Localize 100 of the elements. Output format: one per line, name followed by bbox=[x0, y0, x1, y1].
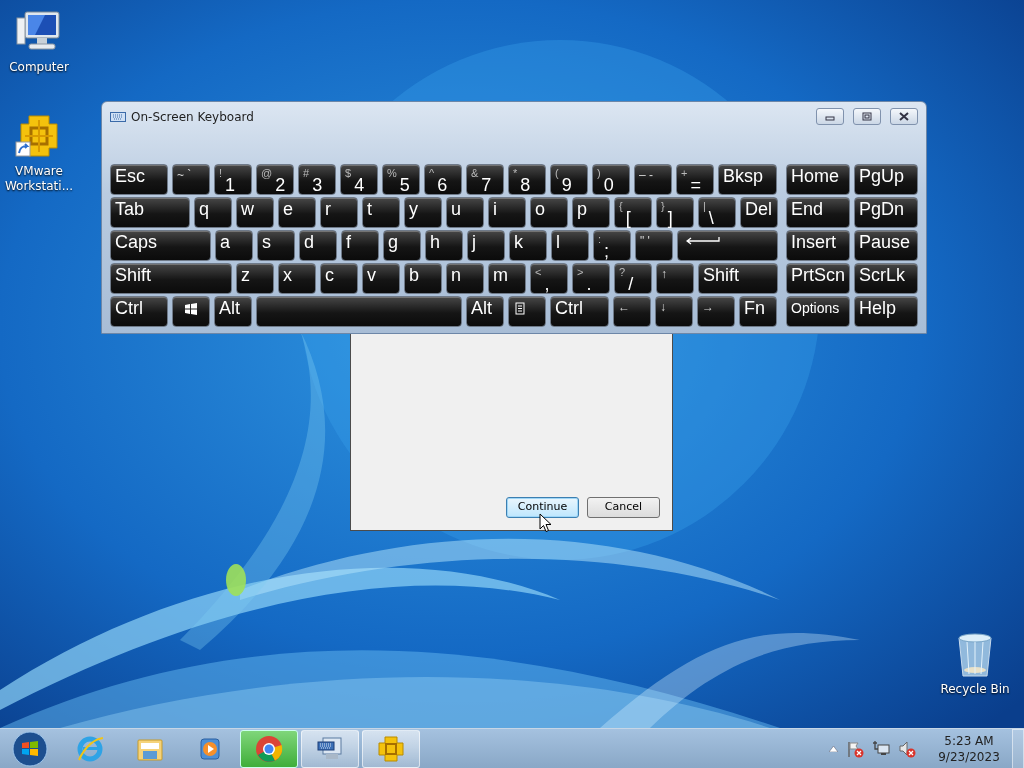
menu-icon bbox=[515, 302, 525, 315]
restore-icon bbox=[860, 111, 874, 122]
keyboard-key[interactable]: Ctrl bbox=[110, 296, 168, 327]
keyboard-key[interactable]: j bbox=[467, 230, 505, 261]
keyboard-key[interactable]: ^ 6 bbox=[424, 164, 462, 195]
keyboard-key[interactable]: # 3 bbox=[298, 164, 336, 195]
keyboard-key[interactable]: { [ bbox=[614, 197, 652, 228]
clock-date[interactable]: 9/23/2023 bbox=[934, 748, 1004, 765]
keyboard-key[interactable]: m bbox=[488, 263, 526, 294]
browser-logo-icon bbox=[254, 733, 284, 764]
keyboard-key[interactable]: PgUp bbox=[854, 164, 918, 195]
keyboard-key[interactable]: } ] bbox=[656, 197, 694, 228]
keyboard-key[interactable]: u bbox=[446, 197, 484, 228]
keyboard-key[interactable] bbox=[508, 296, 546, 327]
keyboard-key[interactable]: ? / bbox=[614, 263, 652, 294]
start-button[interactable] bbox=[11, 729, 49, 768]
minimize-button[interactable] bbox=[816, 108, 844, 125]
restore-button[interactable] bbox=[853, 108, 881, 125]
keyboard-icon bbox=[110, 111, 126, 122]
keyboard-key[interactable]: Options bbox=[786, 296, 850, 327]
keyboard-key[interactable]: k bbox=[509, 230, 547, 261]
keyboard-key[interactable]: q bbox=[194, 197, 232, 228]
keyboard-key[interactable]: b bbox=[404, 263, 442, 294]
network-icon[interactable] bbox=[872, 739, 890, 758]
keyboard-key[interactable]: $ 4 bbox=[340, 164, 378, 195]
keyboard-key[interactable]: < , bbox=[530, 263, 568, 294]
keyboard-key[interactable]: a bbox=[215, 230, 253, 261]
enter-icon bbox=[686, 237, 720, 245]
keyboard-key[interactable]: Help bbox=[854, 296, 918, 327]
keyboard-key[interactable]: → bbox=[697, 296, 735, 327]
windows-logo-icon bbox=[184, 303, 198, 315]
keyboard-key[interactable]: Esc bbox=[110, 164, 168, 195]
arrows-logo-icon bbox=[376, 733, 406, 764]
keyboard-key[interactable]: Shift bbox=[698, 263, 778, 294]
keyboard-key[interactable]: ScrLk bbox=[854, 263, 918, 294]
close-icon bbox=[897, 111, 911, 122]
keyboard-key[interactable]: z bbox=[236, 263, 274, 294]
icon-label[interactable]: Computer bbox=[1, 60, 77, 75]
keyboard-key[interactable]: & 7 bbox=[466, 164, 504, 195]
keyboard-key[interactable]: % 5 bbox=[382, 164, 420, 195]
keyboard-key[interactable]: Ctrl bbox=[550, 296, 609, 327]
keyboard-key[interactable] bbox=[677, 230, 778, 261]
keyboard-key[interactable]: s bbox=[257, 230, 295, 261]
keyboard-key[interactable]: > . bbox=[572, 263, 610, 294]
keyboard-key[interactable]: w bbox=[236, 197, 274, 228]
keyboard-key[interactable]: | \ bbox=[698, 197, 736, 228]
dialog-button[interactable]: Continue bbox=[506, 497, 579, 518]
keyboard-key[interactable]: * 8 bbox=[508, 164, 546, 195]
keyboard-key[interactable]: Tab bbox=[110, 197, 190, 228]
keyboard-key[interactable]: e bbox=[278, 197, 316, 228]
keyboard-key[interactable]: Pause bbox=[854, 230, 918, 261]
keyboard-key[interactable]: i bbox=[488, 197, 526, 228]
keyboard-key[interactable]: Alt bbox=[214, 296, 252, 327]
keyboard-key[interactable]: f bbox=[341, 230, 379, 261]
keyboard-key[interactable]: l bbox=[551, 230, 589, 261]
keyboard-key[interactable]: r bbox=[320, 197, 358, 228]
keyboard-key[interactable]: ~ ` bbox=[172, 164, 210, 195]
keyboard-key[interactable]: End bbox=[786, 197, 850, 228]
keyboard-key[interactable]: " ' bbox=[635, 230, 673, 261]
keyboard-key[interactable]: v bbox=[362, 263, 400, 294]
keyboard-key[interactable]: h bbox=[425, 230, 463, 261]
keyboard-key[interactable] bbox=[172, 296, 210, 327]
speaker-icon[interactable] bbox=[898, 739, 916, 758]
keyboard-key[interactable]: ( 9 bbox=[550, 164, 588, 195]
keyboard-key[interactable]: t bbox=[362, 197, 400, 228]
keyboard-key[interactable]: – - bbox=[634, 164, 672, 195]
keyboard-key[interactable]: o bbox=[530, 197, 568, 228]
keyboard-key[interactable]: p bbox=[572, 197, 610, 228]
keyboard-key[interactable]: PgDn bbox=[854, 197, 918, 228]
keyboard-key[interactable]: ↓ bbox=[655, 296, 693, 327]
keyboard-key[interactable]: Caps bbox=[110, 230, 211, 261]
keyboard-key[interactable]: Del bbox=[740, 197, 778, 228]
keyboard-key[interactable]: y bbox=[404, 197, 442, 228]
keyboard-key[interactable]: Shift bbox=[110, 263, 232, 294]
close-button[interactable] bbox=[890, 108, 918, 125]
taskbar-button[interactable] bbox=[240, 729, 298, 768]
keyboard-key[interactable]: g bbox=[383, 230, 421, 261]
dialog-button[interactable]: Cancel bbox=[587, 497, 660, 518]
keyboard-key[interactable]: Bksp bbox=[718, 164, 777, 195]
keyboard-key[interactable]: ↑ bbox=[656, 263, 694, 294]
keyboard-key[interactable]: Home bbox=[786, 164, 850, 195]
keyboard-key[interactable]: x bbox=[278, 263, 316, 294]
keyboard-key[interactable]: d bbox=[299, 230, 337, 261]
icon-label[interactable]: Recycle Bin bbox=[937, 682, 1013, 697]
flag-icon[interactable] bbox=[846, 739, 864, 758]
up-arrow-button[interactable] bbox=[829, 745, 838, 752]
keyboard-key[interactable]: ! 1 bbox=[214, 164, 252, 195]
keyboard-key[interactable]: Fn bbox=[739, 296, 777, 327]
keyboard-key[interactable]: Alt bbox=[466, 296, 504, 327]
keyboard-key[interactable]: c bbox=[320, 263, 358, 294]
keyboard-key[interactable]: n bbox=[446, 263, 484, 294]
keyboard-key[interactable]: Insert bbox=[786, 230, 850, 261]
keyboard-key[interactable]: : ; bbox=[593, 230, 631, 261]
keyboard-key[interactable]: ) 0 bbox=[592, 164, 630, 195]
icon-label[interactable]: VMware Workstati... bbox=[1, 164, 77, 194]
keyboard-key[interactable]: PrtScn bbox=[786, 263, 850, 294]
keyboard-key[interactable]: @ 2 bbox=[256, 164, 294, 195]
clock-time[interactable]: 5:23 AM bbox=[934, 732, 1004, 749]
keyboard-key[interactable]: + = bbox=[676, 164, 714, 195]
keyboard-key[interactable]: ← bbox=[613, 296, 651, 327]
